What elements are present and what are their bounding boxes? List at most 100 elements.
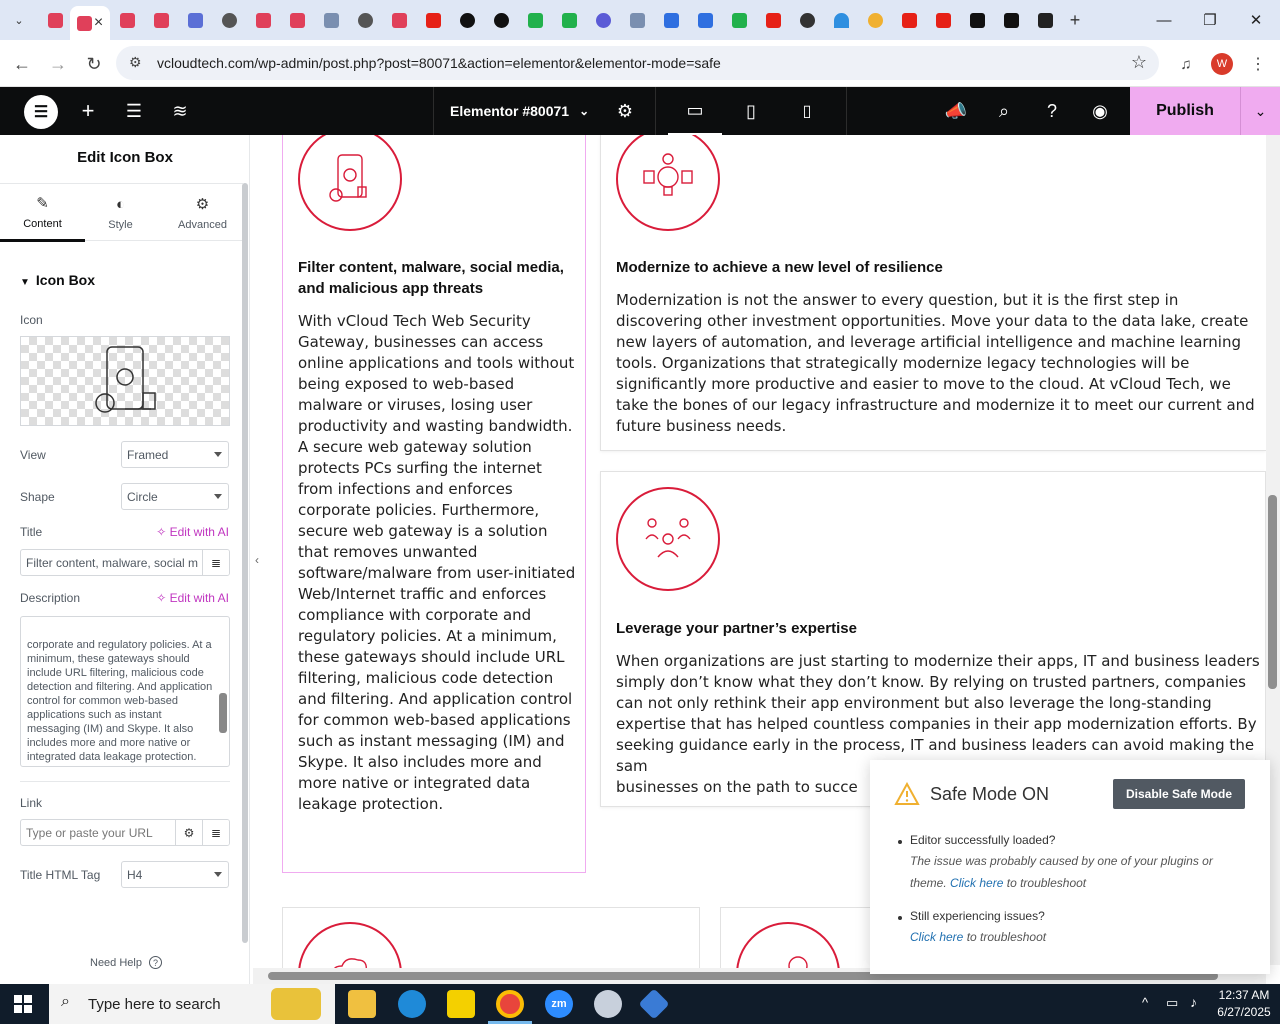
app-diamond-icon[interactable] [638,988,670,1020]
app-icon[interactable] [594,990,622,1018]
reload-icon[interactable]: ↻ [82,52,106,76]
back-icon[interactable]: ← [10,52,34,76]
close-tab-icon[interactable]: × [94,15,103,31]
page-settings-gear-icon[interactable]: ⚙ [602,87,648,135]
description-edit-with-ai-button[interactable]: ✧ Edit with AI [156,591,229,605]
close-window-icon[interactable]: ✕ [1233,8,1279,32]
address-bar[interactable]: ⚙ vcloudtech.com/wp-admin/post.php?post=… [116,46,1159,80]
collapse-panel-chevron-icon[interactable]: ‹ [250,545,264,575]
windows-start-icon[interactable] [14,995,32,1013]
search-icon[interactable]: ⌕ [980,87,1028,135]
mobile-view-icon[interactable]: ▯ [782,87,832,135]
browser-tab[interactable] [824,6,858,34]
browser-tab[interactable] [960,6,994,34]
troubleshoot-link-1[interactable]: Click here [950,876,1003,890]
link-input[interactable]: Type or paste your URL ⚙ ≣ [20,819,230,846]
tab-content[interactable]: ✎ Content [0,184,85,242]
structure-layers-icon[interactable]: ≋ [156,87,204,135]
browser-tab[interactable] [348,6,382,34]
shape-select[interactable]: Circle [121,483,229,510]
browser-tab[interactable] [688,6,722,34]
preview-eye-icon[interactable]: ◉ [1076,87,1124,135]
browser-tab[interactable] [246,6,280,34]
textarea-scrollbar[interactable] [219,621,227,764]
browser-tab[interactable] [654,6,688,34]
notifications-megaphone-icon[interactable]: 📣 [932,87,980,135]
link-options-gear-icon[interactable]: ⚙ [175,820,202,845]
browser-tab[interactable] [178,6,212,34]
browser-tab[interactable] [722,6,756,34]
icon-box-modernize[interactable]: Modernize to achieve a new level of resi… [600,135,1266,451]
browser-tab[interactable] [552,6,586,34]
browser-tab[interactable] [110,6,144,34]
site-settings-icon[interactable]: ☰ [110,87,158,135]
taskbar-search-box[interactable]: ⌕ Type here to search [49,984,335,1024]
browser-menu-icon[interactable]: ⋮ [1246,52,1270,76]
html-tag-select[interactable]: H4 [121,861,229,888]
browser-tab[interactable] [382,6,416,34]
document-title-dropdown[interactable]: Elementor #80071 ⌄ [440,87,600,135]
icon-picker[interactable] [20,336,230,426]
tab-list-button[interactable]: ⌄ [2,6,36,34]
browser-tab[interactable] [280,6,314,34]
browser-tab[interactable] [38,6,72,34]
minimize-icon[interactable]: — [1141,8,1187,32]
canvas-vertical-scrollbar-thumb[interactable] [1268,495,1277,689]
file-explorer-icon[interactable] [348,990,376,1018]
publish-button[interactable]: Publish [1130,87,1240,135]
volume-icon[interactable]: ♪ [1190,994,1197,1010]
troubleshoot-link-2[interactable]: Click here [910,930,963,944]
zoom-icon[interactable]: zm [545,990,573,1018]
browser-tab[interactable] [144,6,178,34]
tablet-view-icon[interactable]: ▯ [726,87,776,135]
icon-box-filter[interactable]: Filter content, malware, social media, a… [282,135,586,873]
browser-tab[interactable] [416,6,450,34]
profile-avatar[interactable]: W [1211,53,1233,75]
restore-icon[interactable]: ❐ [1187,8,1233,32]
section-toggle-icon-box[interactable]: ▼ Icon Box [20,272,95,288]
site-info-icon[interactable]: ⚙ [129,54,142,71]
browser-tab-active[interactable]: × [70,6,110,40]
help-icon[interactable]: ? [1028,87,1076,135]
elementor-logo[interactable]: ☰ [24,95,58,129]
browser-tab[interactable] [212,6,246,34]
chrome-icon[interactable] [496,990,524,1018]
url-text[interactable]: vcloudtech.com/wp-admin/post.php?post=80… [157,55,721,71]
browser-tab[interactable] [926,6,960,34]
network-icon[interactable]: ▭ [1166,995,1178,1011]
need-help-link[interactable]: Need Help ? [90,956,163,969]
bookmark-star-icon[interactable]: ☆ [1131,52,1147,73]
description-textarea[interactable]: corporate and regulatory policies. At a … [20,616,230,767]
show-hidden-icons-chevron-icon[interactable]: ^ [1142,995,1148,1010]
media-control-icon[interactable]: ♫ [1174,52,1198,76]
tab-style[interactable]: ◐ Style [78,184,163,242]
title-edit-with-ai-button[interactable]: ✧ Edit with AI [156,525,229,539]
browser-tab[interactable] [314,6,348,34]
icon-box-partner[interactable]: Leverage your partner’s expertise When o… [600,471,1266,807]
publish-options-chevron-icon[interactable]: ⌄ [1240,87,1280,135]
panel-scrollbar[interactable] [242,183,248,943]
browser-tab[interactable] [1028,6,1062,34]
view-select[interactable]: Framed [121,441,229,468]
taskbar-clock[interactable]: 12:37 AM 6/27/2025 [1210,987,1278,1021]
disable-safe-mode-button[interactable]: Disable Safe Mode [1113,779,1245,809]
forward-icon[interactable]: → [46,52,70,76]
browser-tab[interactable] [858,6,892,34]
browser-tab[interactable] [892,6,926,34]
browser-tab[interactable] [518,6,552,34]
desktop-view-icon[interactable]: ▭ [668,87,722,135]
browser-tab[interactable] [756,6,790,34]
add-element-icon[interactable]: + [64,87,112,135]
dynamic-tags-icon[interactable]: ≣ [202,550,229,575]
new-tab-button[interactable]: + [1058,6,1092,34]
browser-tab[interactable] [620,6,654,34]
edge-icon[interactable] [398,990,426,1018]
title-input[interactable]: Filter content, malware, social m ≣ [20,549,230,576]
dynamic-tags-icon[interactable]: ≣ [202,820,229,845]
browser-tab[interactable] [586,6,620,34]
browser-tab[interactable] [790,6,824,34]
sticky-notes-icon[interactable] [447,990,475,1018]
browser-tab[interactable] [484,6,518,34]
tab-advanced[interactable]: ⚙ Advanced [160,184,245,242]
browser-tab[interactable] [994,6,1028,34]
